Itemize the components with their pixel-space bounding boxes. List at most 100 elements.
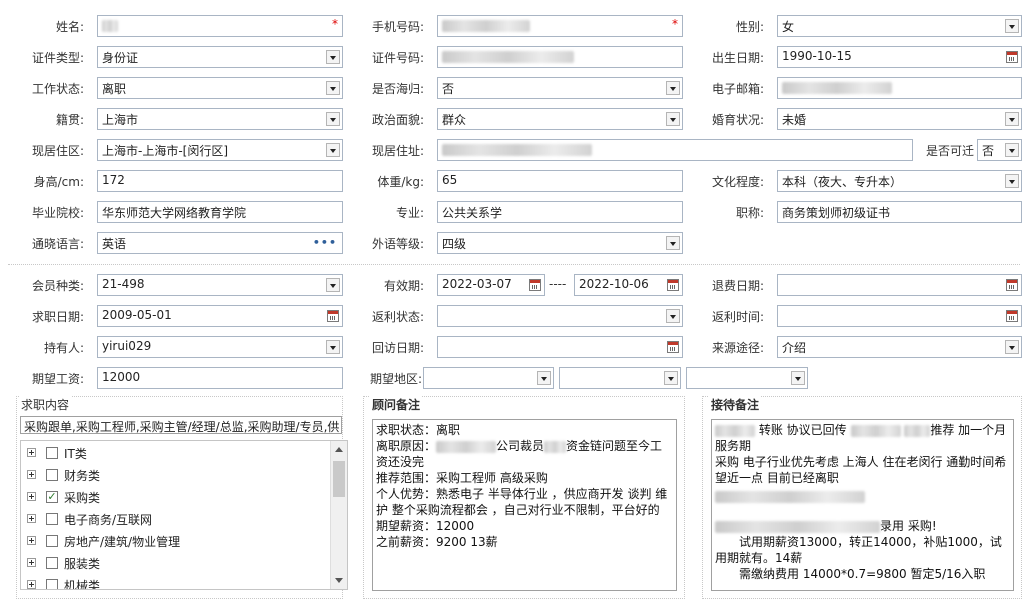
job-summary-field[interactable]: 采购跟单,采购工程师,采购主管/经理/总监,采购助理/专员,供 [20,416,342,434]
language-input[interactable]: 英语 ••• [97,232,343,254]
region-province-select[interactable] [423,367,554,389]
major-input[interactable]: 公共关系学 [437,201,683,223]
expand-icon[interactable] [27,536,36,545]
chevron-down-icon[interactable] [666,309,680,323]
checkbox[interactable] [46,535,58,547]
form-row-2: 证件类型: 身份证 证件号码: 出生日期: 1990-10-15 [0,46,1027,68]
seek-date-input[interactable]: 2009-05-01 [97,305,343,327]
marital-select[interactable]: 未婚 [777,108,1022,130]
native-value: 上海市 [102,113,139,127]
chevron-down-icon[interactable] [326,81,340,95]
tree-item-apparel[interactable]: 服装类 [21,553,321,575]
political-select[interactable]: 群众 [437,108,683,130]
checkbox[interactable] [46,447,58,459]
checkbox[interactable] [46,513,58,525]
calendar-icon[interactable] [1006,279,1018,291]
chevron-down-icon[interactable] [537,371,551,385]
email-input[interactable] [777,77,1022,99]
name-input[interactable]: * [97,15,343,37]
language-value: 英语 [102,237,127,251]
valid-to-input[interactable]: 2022-10-06 [574,274,683,296]
holder-select[interactable]: yirui029 [97,336,343,358]
expand-icon[interactable] [27,514,36,523]
scroll-down-icon[interactable] [335,578,343,583]
phone-input[interactable]: * [437,15,683,37]
chevron-down-icon[interactable] [1005,340,1019,354]
refund-date-input[interactable] [777,274,1022,296]
tree-scrollbar[interactable] [330,441,347,589]
expand-icon[interactable] [27,558,36,567]
native-select[interactable]: 上海市 [97,108,343,130]
title-input[interactable]: 商务策划师初级证书 [777,201,1022,223]
tree-item-finance[interactable]: 财务类 [21,465,321,487]
scroll-thumb[interactable] [333,461,345,497]
chevron-down-icon[interactable] [666,112,680,126]
scroll-up-icon[interactable] [335,447,343,452]
calendar-icon[interactable] [1006,310,1018,322]
source-select[interactable]: 介绍 [777,336,1022,358]
tree-item-it[interactable]: IT类 [21,443,321,465]
rebate-time-input[interactable] [777,305,1022,327]
height-input[interactable]: 172 [97,170,343,192]
checkbox[interactable] [46,557,58,569]
residence-select[interactable]: 上海市-上海市-[闵行区] [97,139,343,161]
region-district-select[interactable] [686,367,808,389]
calendar-icon[interactable] [667,279,679,291]
expand-icon[interactable] [27,492,36,501]
chevron-down-icon[interactable] [1005,19,1019,33]
education-select[interactable]: 本科（夜大、专升本） [777,170,1022,192]
returnee-select[interactable]: 否 [437,77,683,99]
calendar-icon[interactable] [1006,51,1018,63]
consultant-notes-textarea[interactable]: 求职状态：离职 离职原因： 公司裁员 资金链问题至今工资还没完 推荐范围：采购工程师… [372,419,677,591]
revisit-date-input[interactable] [437,336,683,358]
work-value: 离职 [102,82,127,96]
salary-input[interactable]: 12000 [97,367,343,389]
expand-icon[interactable] [27,580,36,589]
checkbox[interactable] [46,579,58,589]
chevron-down-icon[interactable] [326,278,340,292]
chevron-down-icon[interactable] [1005,143,1019,157]
calendar-icon[interactable] [327,310,339,322]
member-type-select[interactable]: 21-498 [97,274,343,296]
birth-label: 出生日期: [711,51,764,65]
foreign-level-select[interactable]: 四级 [437,232,683,254]
redacted-text [715,490,865,503]
expand-icon[interactable] [27,470,36,479]
chevron-down-icon[interactable] [1005,174,1019,188]
chevron-down-icon[interactable] [326,50,340,64]
region-city-select[interactable] [559,367,681,389]
chevron-down-icon[interactable] [666,236,680,250]
form-row-10: 求职日期: 2009-05-01 返利状态: 返利时间: [0,305,1027,327]
work-status-select[interactable]: 离职 [97,77,343,99]
chevron-down-icon[interactable] [326,143,340,157]
seek-label: 求职日期: [31,310,84,324]
valid-from-input[interactable]: 2022-03-07 [437,274,545,296]
chevron-down-icon[interactable] [666,81,680,95]
tree-item-ecommerce[interactable]: 电子商务/互联网 [21,509,321,531]
more-icon[interactable]: ••• [313,236,337,249]
tree-item-machinery[interactable]: 机械类 [21,575,321,589]
holder-label: 持有人: [43,341,84,355]
idtype-select[interactable]: 身份证 [97,46,343,68]
expand-icon[interactable] [27,448,36,457]
checkbox-checked[interactable]: ✓ [46,491,58,503]
calendar-icon[interactable] [529,279,541,291]
relocate-select[interactable]: 否 [977,139,1022,161]
birth-date-input[interactable]: 1990-10-15 [777,46,1022,68]
tree-item-purchasing[interactable]: ✓ 采购类 [21,487,321,509]
idno-input[interactable] [437,46,683,68]
chevron-down-icon[interactable] [326,112,340,126]
tree-item-realestate[interactable]: 房地产/建筑/物业管理 [21,531,321,553]
chevron-down-icon[interactable] [1005,112,1019,126]
checkbox[interactable] [46,469,58,481]
chevron-down-icon[interactable] [664,371,678,385]
chevron-down-icon[interactable] [791,371,805,385]
weight-input[interactable]: 65 [437,170,683,192]
gender-select[interactable]: 女 [777,15,1022,37]
reception-notes-textarea[interactable]: 转账 协议已回传 推荐 加一个月服务期 采购 电子行业优先考虑 上海人 住在老闵… [711,419,1014,591]
rebate-status-select[interactable] [437,305,683,327]
school-input[interactable]: 华东师范大学网络教育学院 [97,201,343,223]
chevron-down-icon[interactable] [326,340,340,354]
address-input[interactable] [437,139,913,161]
calendar-icon[interactable] [667,341,679,353]
